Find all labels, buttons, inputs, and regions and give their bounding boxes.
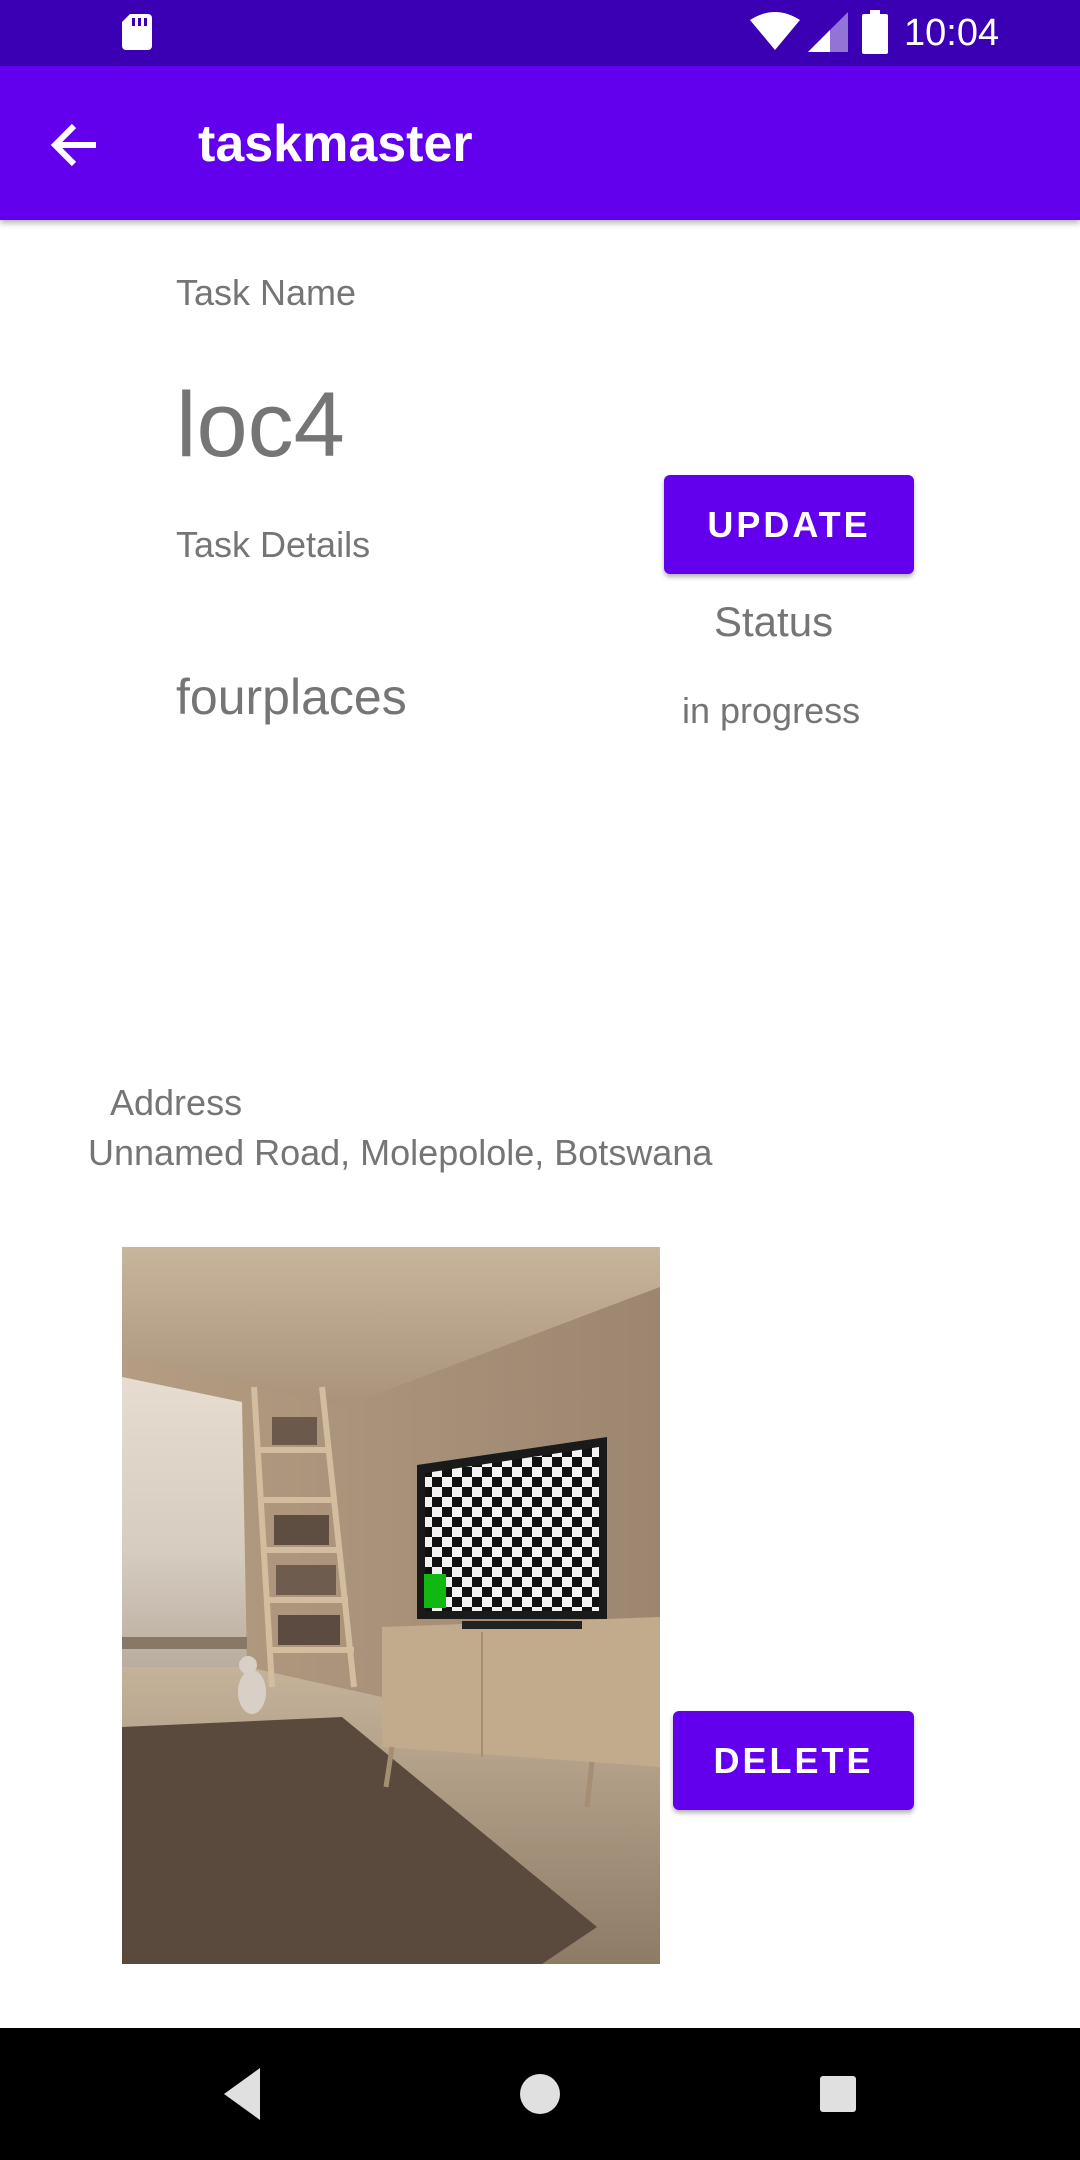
cellular-signal-icon (808, 12, 848, 52)
task-photo (122, 1247, 660, 1964)
back-arrow-icon[interactable] (40, 110, 110, 180)
status-bar: 10:04 (0, 0, 1080, 66)
app-title: taskmaster (198, 115, 473, 173)
task-name-label: Task Name (176, 272, 357, 313)
status-label: Status (714, 598, 834, 645)
nav-back-icon[interactable] (222, 2066, 262, 2122)
delete-button[interactable]: DELETE (673, 1711, 914, 1810)
nav-home-icon[interactable] (518, 2072, 562, 2116)
status-clock: 10:04 (904, 12, 1000, 54)
task-details-value: fourplaces (176, 669, 407, 725)
battery-icon (862, 10, 888, 54)
status-value: in progress (682, 690, 861, 731)
sd-card-icon (122, 14, 152, 50)
app-bar: taskmaster (0, 66, 1080, 220)
navigation-bar (0, 2028, 1080, 2160)
nav-recent-apps-icon[interactable] (818, 2074, 858, 2114)
task-details-label: Task Details (176, 524, 371, 565)
update-button[interactable]: UPDATE (664, 475, 914, 574)
address-label: Address (110, 1082, 243, 1123)
task-name-value: loc4 (176, 374, 345, 476)
wifi-icon (750, 12, 800, 50)
address-value: Unnamed Road, Molepolole, Botswana (88, 1132, 713, 1173)
